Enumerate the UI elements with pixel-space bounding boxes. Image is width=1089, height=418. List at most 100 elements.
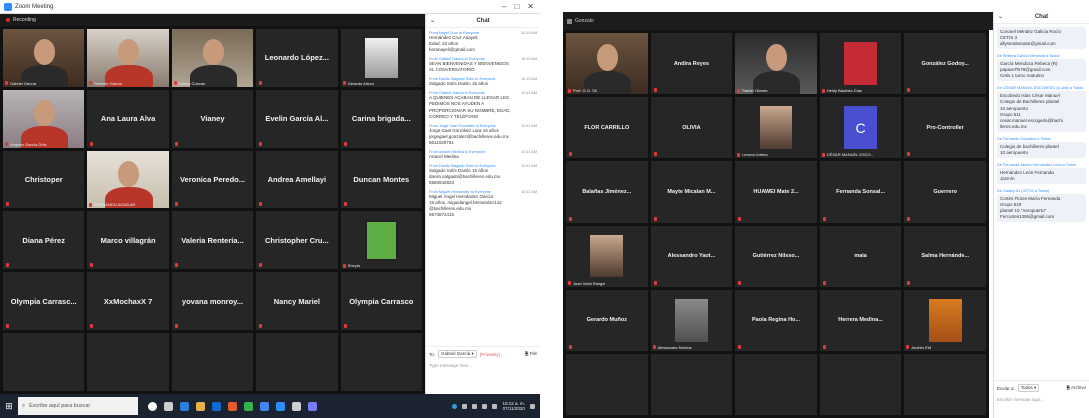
participant-tile[interactable] [171, 333, 254, 391]
participant-tile[interactable]: Ana Laura Alva [87, 89, 169, 148]
participant-tile[interactable]: Diana Pérez [3, 211, 85, 270]
cortana-icon[interactable] [148, 401, 157, 411]
mic-muted-icon [89, 202, 93, 207]
settings-icon[interactable] [292, 401, 301, 411]
participant-tile[interactable]: Marco villagrán [87, 211, 169, 270]
participant-tile[interactable]: Alessandro Yaot... [650, 225, 733, 287]
chevron-down-icon[interactable]: ⌄ [998, 13, 1003, 20]
file-button[interactable]: 🗎 Archivo [1066, 384, 1086, 392]
chat-input[interactable]: Escribir mensaje aquí... [994, 395, 1089, 404]
participant-tile[interactable]: Prof. G.O. Sil [566, 33, 648, 95]
participant-tile[interactable] [904, 353, 986, 415]
close-button[interactable]: ✕ [527, 2, 534, 11]
office-icon[interactable] [228, 401, 237, 411]
participant-tile[interactable]: maia [819, 225, 902, 287]
participant-tile[interactable]: FERNANDO AGUILAR [87, 150, 169, 209]
taskbar-clock[interactable]: 10:12 a. m. 07/11/2020 [502, 401, 525, 412]
participant-tile[interactable]: Leticia Cuevas [171, 29, 254, 87]
taskbar-search[interactable]: ⌕ Escribe aquí para buscar [18, 397, 138, 415]
participant-tile[interactable]: Gerardo Arturo [340, 29, 422, 87]
participant-tile[interactable]: Alessandra Molinar [650, 289, 733, 351]
zoom-taskbar-icon[interactable] [276, 401, 285, 411]
app-icon-2[interactable] [308, 401, 317, 411]
participant-tile[interactable] [650, 353, 733, 415]
tray-app-icon[interactable] [452, 403, 458, 409]
file-button[interactable]: 🗎 File [525, 350, 537, 358]
participant-tile[interactable]: Lenovo Interia [735, 97, 817, 159]
notifications-icon[interactable] [530, 403, 535, 409]
participant-name: HUAWEI Mate 2... [753, 188, 799, 195]
mic-muted-icon [90, 263, 94, 268]
participant-tile[interactable]: Juan Vidal Rangel [566, 225, 648, 287]
participant-tile[interactable]: Roberto García [87, 29, 169, 87]
participant-tile[interactable]: Olympia Carrasco [340, 272, 422, 331]
participant-tile[interactable]: Guerrero [904, 161, 986, 223]
participant-tile[interactable]: Heidy Bautista Díaz [819, 33, 902, 95]
chrome-icon[interactable] [244, 401, 253, 411]
folder-icon[interactable] [196, 401, 205, 411]
participant-tile[interactable]: Carina brigada... [340, 89, 422, 148]
message-time: 10:12 AM [520, 190, 537, 195]
maximize-button[interactable]: □ [514, 2, 519, 11]
participant-name: Fernanda Sonsal... [836, 188, 886, 195]
chevron-down-icon[interactable]: ⌄ [430, 17, 435, 24]
participant-tile[interactable]: Christopher Cru... [256, 211, 338, 270]
windows-start-icon[interactable]: ⊞ [0, 394, 18, 418]
store-icon[interactable] [212, 401, 221, 411]
participant-tile[interactable]: Olympia Carrasc... [3, 272, 85, 331]
participant-tile[interactable]: Valeria Rentería... [171, 211, 254, 270]
participant-tile[interactable]: Mayte Micalan M... [650, 161, 733, 223]
network-icon[interactable] [472, 403, 478, 409]
participant-tile[interactable]: FLOR CARRILLO [566, 97, 648, 159]
participant-tile[interactable]: Vianey [171, 89, 254, 148]
participant-tile[interactable]: Gerardo Muñoz [566, 289, 648, 351]
participant-tile[interactable]: Andrea Amellayi [256, 150, 338, 209]
participant-tile[interactable]: Gabriel García [3, 29, 85, 87]
participant-tile[interactable]: OLIVIA [650, 97, 733, 159]
window-icon [567, 18, 572, 24]
participant-tile[interactable]: Evelin García Al... [256, 89, 338, 148]
recipient-select[interactable]: Todos ▾ [1017, 384, 1040, 392]
participant-tile[interactable]: Duncan Montes [340, 150, 422, 209]
chat-messages[interactable]: From Nayel Cruz to Everyone 10:10 AM Herná… [426, 28, 540, 346]
battery-icon[interactable] [492, 403, 498, 409]
participant-tile[interactable]: Balañas Jiménez... [566, 161, 648, 223]
recipient-select[interactable]: Gabriel García ▾ [438, 350, 477, 358]
participant-tile[interactable]: González Godoy... [904, 33, 986, 95]
participant-tile[interactable] [3, 333, 85, 391]
participant-tile[interactable]: Gutiérrez Nilsso... [735, 225, 817, 287]
participant-tile[interactable]: Salma Hernánde... [904, 225, 986, 287]
participant-tile[interactable]: Nancy Mariel [256, 272, 338, 331]
participant-tile[interactable]: Sheyla [340, 211, 422, 270]
participant-tile[interactable]: Andira Reyes [650, 33, 733, 95]
participant-tile[interactable]: C CÉSAR MANUEL ESCO... [819, 97, 902, 159]
edge-icon[interactable] [180, 401, 189, 411]
participant-tile[interactable] [87, 333, 169, 391]
participant-tile[interactable]: Paola Regina Ho... [735, 289, 817, 351]
participant-tile[interactable] [566, 353, 648, 415]
chat-messages[interactable]: Coronel Méndez Galicia Rocío CETIS 3 all… [994, 24, 1089, 380]
tray-chevron-icon[interactable] [462, 403, 468, 409]
participant-tile[interactable]: Leonardo López... [256, 29, 338, 87]
participant-tile[interactable]: Rafael Olvedo [735, 33, 817, 95]
participant-tile[interactable]: Amparo García Ortiz [3, 89, 85, 148]
participant-tile[interactable] [256, 333, 338, 391]
participant-tile[interactable]: HUAWEI Mate 2... [735, 161, 817, 223]
participant-tile[interactable] [735, 353, 817, 415]
participant-tile[interactable]: Andrés EM [904, 289, 986, 351]
app-icon[interactable] [260, 401, 269, 411]
volume-icon[interactable] [482, 403, 488, 409]
participant-tile[interactable]: Herrera Medina... [819, 289, 902, 351]
participant-tile[interactable] [340, 333, 422, 391]
participant-tile[interactable]: Veronica Peredo... [171, 150, 254, 209]
message-text: Salgado Solís Danilo 15 años danilo.salg… [429, 167, 501, 185]
participant-tile[interactable]: Pro-Controller [904, 97, 986, 159]
minimize-button[interactable]: – [502, 2, 506, 11]
participant-tile[interactable]: Fernanda Sonsal... [819, 161, 902, 223]
participant-tile[interactable]: Christoper [3, 150, 85, 209]
task-view-icon[interactable] [164, 401, 173, 411]
participant-tile[interactable]: XxMochaxX 7 [87, 272, 169, 331]
participant-tile[interactable] [819, 353, 902, 415]
chat-input[interactable]: Type message here... [426, 361, 540, 370]
participant-tile[interactable]: yovana monroy... [171, 272, 254, 331]
